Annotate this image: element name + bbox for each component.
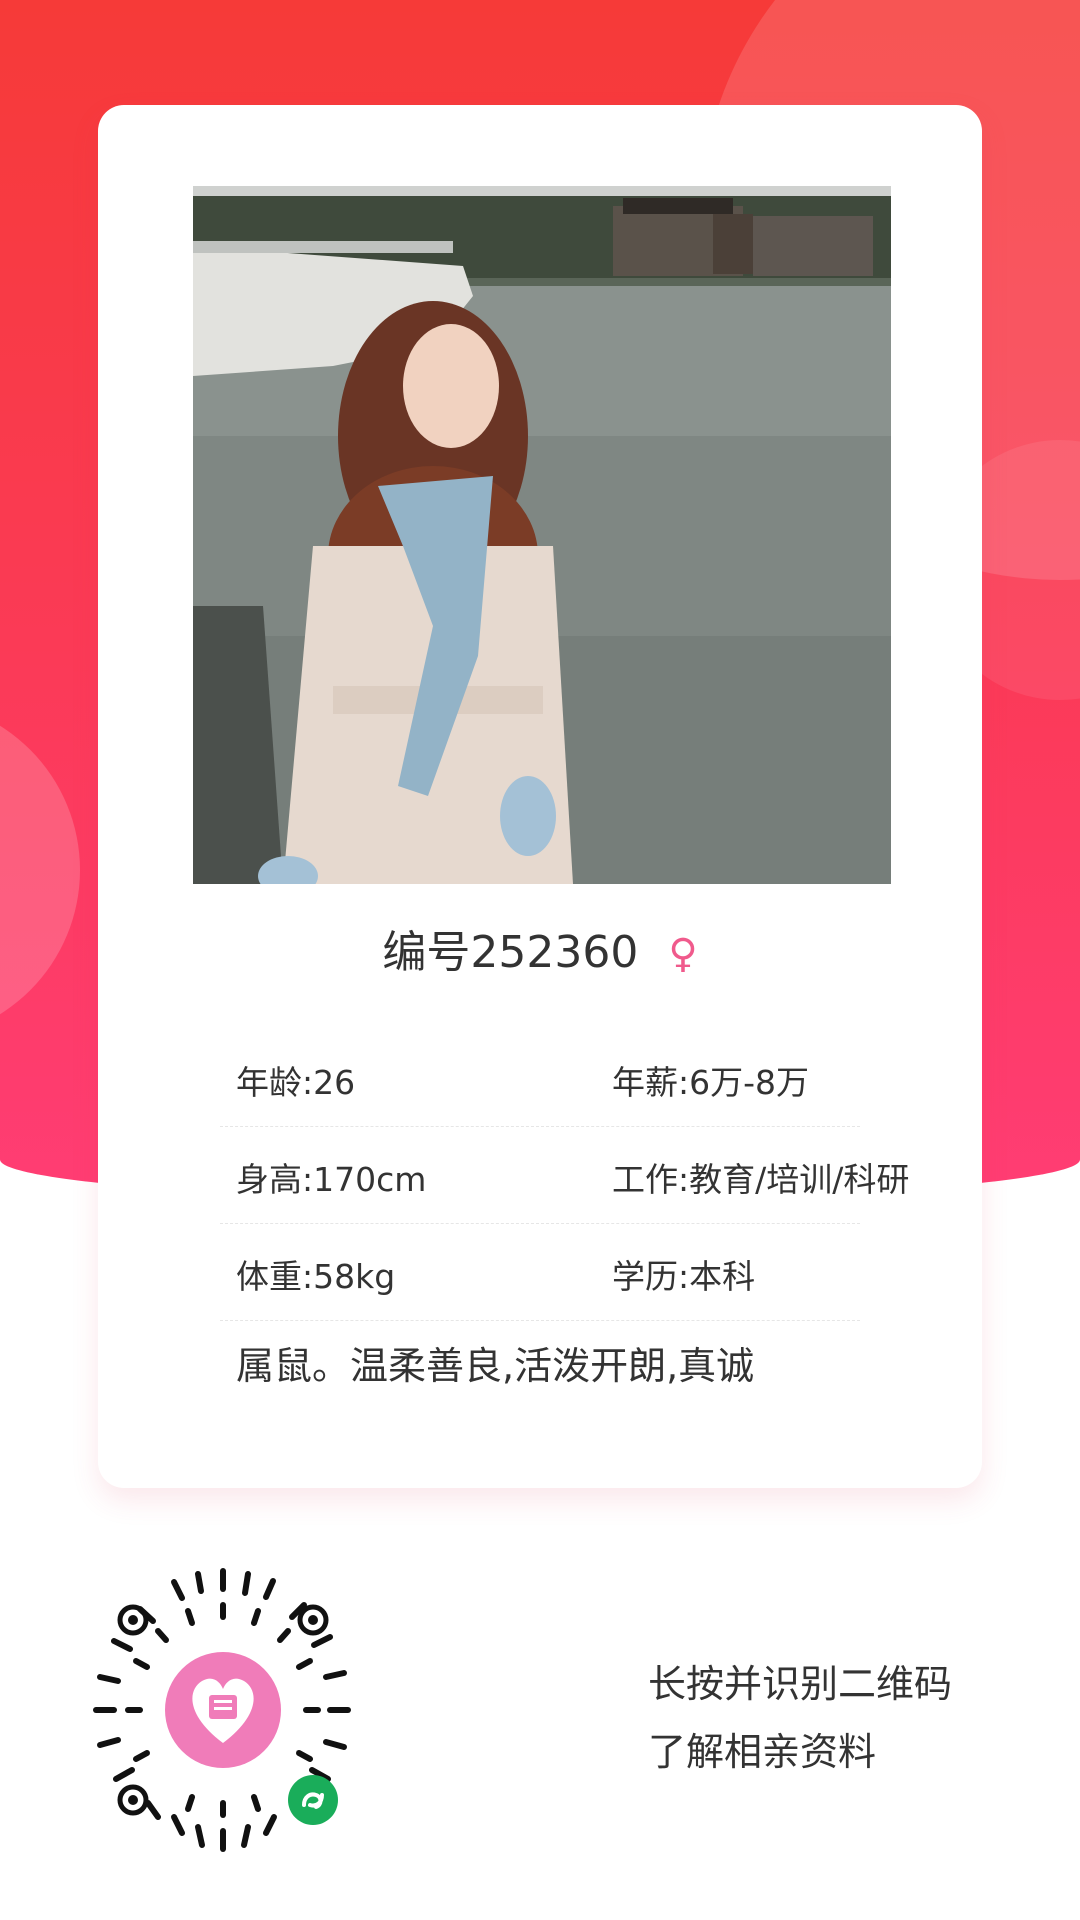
cta-line-1: 长按并识别二维码 [648, 1662, 953, 1706]
info-row: 身高:170cm 工作:教育/培训/科研 [220, 1127, 909, 1224]
mini-program-qr-code[interactable] [78, 1565, 368, 1855]
height-value: 身高:170cm [236, 1160, 427, 1199]
mini-program-icon [288, 1775, 338, 1825]
qr-code-graphic [93, 1568, 351, 1852]
profile-id-title: 编号252360 [382, 927, 639, 978]
profile-card: 编号252360 ♀ 年龄:26 年薪:6万-8万 身高:170cm 工作:教育/… [98, 105, 982, 1488]
cta-line-2: 了解相亲资料 [648, 1730, 877, 1774]
profile-poster: 编号252360 ♀ 年龄:26 年薪:6万-8万 身高:170cm 工作:教育/… [0, 0, 1080, 1920]
profile-title-row: 编号252360 ♀ [98, 923, 982, 984]
education-value: 学历:本科 [612, 1257, 756, 1296]
info-grid: 年龄:26 年薪:6万-8万 身高:170cm 工作:教育/培训/科研 体重:5… [220, 1030, 909, 1321]
job-value: 工作:教育/培训/科研 [612, 1160, 910, 1199]
female-symbol-icon: ♀ [668, 931, 698, 977]
profile-description: 属鼠。温柔善良,活泼开朗,真诚 [236, 1344, 755, 1388]
age-value: 年龄:26 [236, 1063, 356, 1102]
info-row: 年龄:26 年薪:6万-8万 [220, 1030, 860, 1127]
weight-value: 体重:58kg [236, 1257, 396, 1296]
info-row: 体重:58kg 学历:本科 [220, 1224, 860, 1321]
photo-illustration [193, 186, 891, 884]
profile-photo[interactable] [193, 186, 891, 884]
qr-call-to-action: 长按并识别二维码 了解相亲资料 [648, 1650, 952, 1786]
decorative-bubble [0, 700, 80, 1040]
salary-value: 年薪:6万-8万 [612, 1063, 810, 1102]
